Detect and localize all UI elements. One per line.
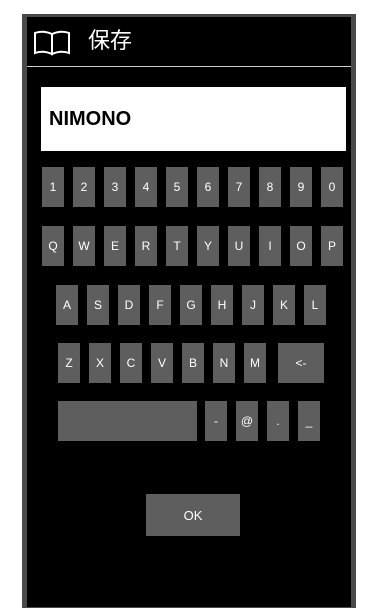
key-d[interactable]: D — [118, 285, 140, 325]
key-x[interactable]: X — [89, 343, 111, 383]
key-v[interactable]: V — [151, 343, 173, 383]
key-s[interactable]: S — [87, 285, 109, 325]
ok-button[interactable]: OK — [146, 494, 240, 536]
key-k[interactable]: K — [273, 285, 295, 325]
key-underscore[interactable]: _ — [298, 401, 320, 441]
key-o[interactable]: O — [290, 226, 312, 266]
key-r[interactable]: R — [135, 226, 157, 266]
key-g[interactable]: G — [180, 285, 202, 325]
key-t[interactable]: T — [166, 226, 188, 266]
key-0[interactable]: 0 — [321, 167, 343, 207]
key-a[interactable]: A — [56, 285, 78, 325]
header-divider — [27, 66, 351, 67]
book-icon — [34, 30, 70, 56]
text-input-field[interactable]: NIMONO — [41, 87, 346, 151]
key-i[interactable]: I — [259, 226, 281, 266]
space-key[interactable] — [58, 401, 197, 441]
key-6[interactable]: 6 — [197, 167, 219, 207]
key-l[interactable]: L — [304, 285, 326, 325]
key-8[interactable]: 8 — [259, 167, 281, 207]
key-u[interactable]: U — [228, 226, 250, 266]
key-q[interactable]: Q — [42, 226, 64, 266]
key-z[interactable]: Z — [58, 343, 80, 383]
key-w[interactable]: W — [73, 226, 95, 266]
key-f[interactable]: F — [149, 285, 171, 325]
key-2[interactable]: 2 — [73, 167, 95, 207]
key-7[interactable]: 7 — [228, 167, 250, 207]
key-e[interactable]: E — [104, 226, 126, 266]
key-1[interactable]: 1 — [42, 167, 64, 207]
dialog-header: 保存 — [27, 17, 351, 67]
backspace-key[interactable]: <- — [278, 343, 324, 383]
key-5[interactable]: 5 — [166, 167, 188, 207]
key-3[interactable]: 3 — [104, 167, 126, 207]
key-h[interactable]: H — [211, 285, 233, 325]
dialog-title: 保存 — [88, 29, 133, 54]
key-p[interactable]: P — [321, 226, 343, 266]
key-y[interactable]: Y — [197, 226, 219, 266]
key-period[interactable]: . — [267, 401, 289, 441]
key-b[interactable]: B — [182, 343, 204, 383]
key-c[interactable]: C — [120, 343, 142, 383]
keyboard-dialog: 保存 NIMONO 1234567890 QWERTYUIOP ASDFGHJKL Z… — [27, 17, 351, 607]
key-9[interactable]: 9 — [290, 167, 312, 207]
key-n[interactable]: N — [213, 343, 235, 383]
key-hyphen[interactable]: - — [205, 401, 227, 441]
key-4[interactable]: 4 — [135, 167, 157, 207]
key-at[interactable]: @ — [236, 401, 258, 441]
key-j[interactable]: J — [242, 285, 264, 325]
key-m[interactable]: M — [244, 343, 266, 383]
